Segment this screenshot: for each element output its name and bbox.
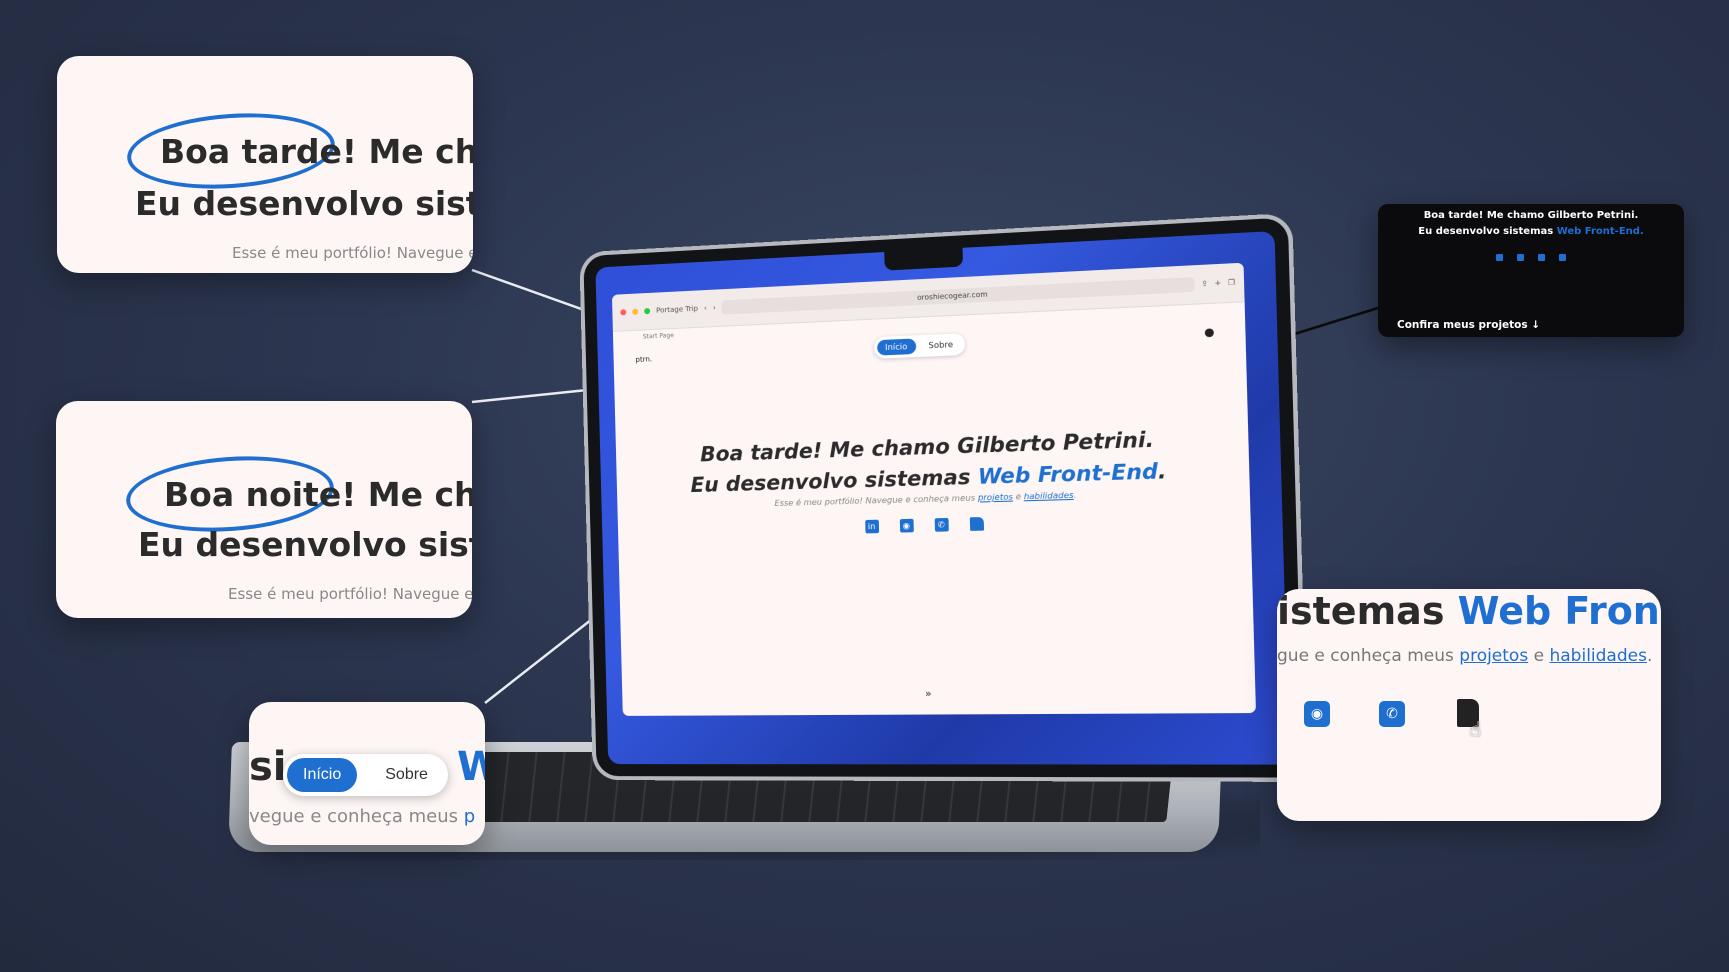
callout-good-night: Boa noite! Me cha Eu desenvolvo siste Es… [56,401,472,618]
browser-window: Portage Trip ‹ › oroshiecogear.com ⇪ + ❐… [611,262,1256,716]
site-nav: Início Sobre [873,333,966,359]
github-icon[interactable]: ◉ [1304,701,1330,727]
dark-social-icons [1378,254,1684,261]
linkedin-icon[interactable] [1496,254,1503,261]
callout-headline: istemas Web Front- [1277,589,1661,633]
callout-nav: si W Início Sobre vegue e conheça meus p [249,702,485,845]
whatsapp-icon[interactable]: ✆ [1379,701,1405,727]
laptop-screen: Portage Trip ‹ › oroshiecogear.com ⇪ + ❐… [583,217,1304,778]
site-logo[interactable]: ptrn. [635,355,652,364]
callout-fragment-right: W [457,744,485,790]
projects-link[interactable]: projetos [978,492,1013,502]
callout-headline: Eu desenvolvo siste [138,525,472,564]
nav-sobre[interactable]: Sobre [369,758,444,792]
nav-pill-group: Início Sobre [283,754,448,796]
skills-link[interactable]: habilidades [1024,491,1074,502]
dark-headline: Eu desenvolvo sistemas Web Front-End. [1418,226,1644,237]
document-icon[interactable] [969,517,984,531]
whatsapp-icon[interactable] [1538,254,1545,261]
back-icon[interactable]: ‹ [704,304,707,312]
whatsapp-icon[interactable]: ✆ [934,517,949,532]
nav-sobre[interactable]: Sobre [920,336,962,353]
tab-title[interactable]: Portage Trip [656,305,698,315]
callout-subtitle: gue e conheça meus projetos e habilidade… [1277,646,1653,666]
callout-greeting-line: Boa noite! Me cha [164,475,472,514]
callout-subtitle: Esse é meu portfólio! Navegue e c [228,585,472,603]
github-icon[interactable]: ◉ [899,518,914,533]
callout-greeting-line: Boa tarde! Me cha [160,132,473,171]
forward-icon[interactable]: › [713,304,716,312]
see-projects-link[interactable]: Confira meus projetos ↓ [1397,319,1540,331]
skills-link[interactable]: habilidades [1549,646,1646,666]
github-icon[interactable] [1517,254,1524,261]
minimize-window-button[interactable] [632,308,639,315]
callout-subtitle: vegue e conheça meus p [249,806,476,827]
callout-headline: Eu desenvolvo siste [135,184,473,223]
callout-good-afternoon: Boa tarde! Me cha Eu desenvolvo siste Es… [57,56,473,273]
share-icon[interactable]: ⇪ [1201,279,1208,288]
new-tab-icon[interactable]: + [1214,279,1221,288]
maximize-window-button[interactable] [644,307,651,315]
hero-section: Boa tarde! Me chamo Gilberto Petrini. Eu… [616,423,1251,539]
nav-inicio[interactable]: Início [876,338,917,356]
callout-dark-mode: Boa tarde! Me chamo Gilberto Petrini. Eu… [1378,204,1684,337]
dark-greeting: Boa tarde! Me chamo Gilberto Petrini. [1423,210,1639,221]
nav-inicio[interactable]: Início [287,758,358,792]
callout-fragment-left: si [249,744,287,790]
close-window-button[interactable] [620,309,627,316]
callout-social-icons: istemas Web Front- gue e conheça meus pr… [1277,589,1661,821]
social-icons: in ◉ ✆ [618,510,1251,539]
tabs-overview-icon[interactable]: ❐ [1228,278,1235,287]
callout-subtitle: Esse é meu portfólio! Navegue e [232,244,473,262]
document-icon[interactable] [1559,254,1566,261]
projects-link[interactable]: projetos [1459,646,1528,666]
linkedin-icon[interactable]: in [864,519,879,534]
theme-toggle-icon[interactable] [1204,328,1214,338]
hand-cursor-icon: ☝ [1469,717,1482,741]
scroll-down-icon[interactable]: » [925,689,932,700]
